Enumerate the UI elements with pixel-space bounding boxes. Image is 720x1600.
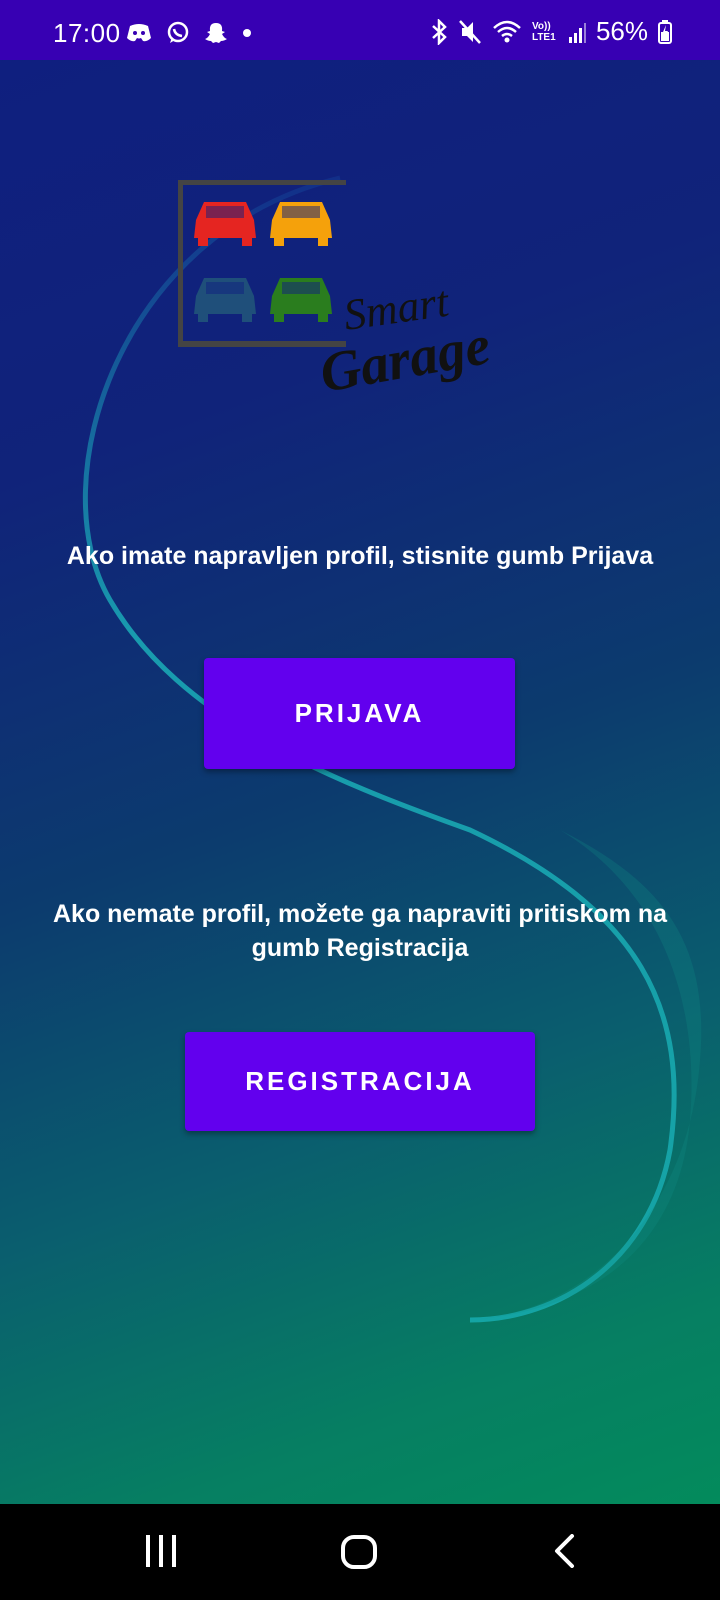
wifi-icon xyxy=(493,20,521,42)
car-green-icon xyxy=(270,278,332,322)
back-icon[interactable] xyxy=(552,1534,576,1568)
battery-percent: 56% xyxy=(595,16,648,46)
signal-icon xyxy=(568,22,586,43)
whatsapp-icon xyxy=(167,21,189,43)
dot-icon xyxy=(243,29,251,37)
car-orange-icon xyxy=(270,202,332,246)
smart-garage-logo: Smart Garage xyxy=(178,180,495,405)
lte-label: Vo)) LTE1 xyxy=(531,20,556,43)
system-icons: Vo)) LTE1 56% xyxy=(430,16,672,47)
status-time: 17:00 xyxy=(53,18,121,48)
bluetooth-icon xyxy=(432,18,447,45)
home-icon[interactable] xyxy=(340,1534,378,1570)
login-button[interactable]: PRIJAVA xyxy=(204,658,515,769)
car-red-icon xyxy=(194,202,256,246)
battery-icon xyxy=(658,19,672,44)
register-hint: Ako nemate profil, možete ga napraviti p… xyxy=(52,900,668,962)
snapchat-icon xyxy=(205,23,227,43)
register-button[interactable]: REGISTRACIJA xyxy=(185,1032,535,1131)
lte-icon: Vo)) LTE1 xyxy=(532,21,558,43)
logo-text-garage: Garage xyxy=(315,314,494,405)
main-content: Smart Garage Ako imate napravljen profil… xyxy=(0,60,720,1504)
discord-icon xyxy=(127,24,151,42)
recents-icon[interactable] xyxy=(144,1534,178,1568)
mute-icon xyxy=(459,19,481,44)
car-blue-icon xyxy=(194,278,256,322)
status-bar: 17:00 Vo)) LTE1 56% xyxy=(0,0,720,60)
screen: 17:00 Vo)) LTE1 56% Smart Garage Ako ima… xyxy=(0,0,720,1600)
login-hint: Ako imate napravljen profil, stisnite gu… xyxy=(66,542,654,570)
notification-icons xyxy=(126,20,252,46)
navigation-bar xyxy=(0,1504,720,1600)
